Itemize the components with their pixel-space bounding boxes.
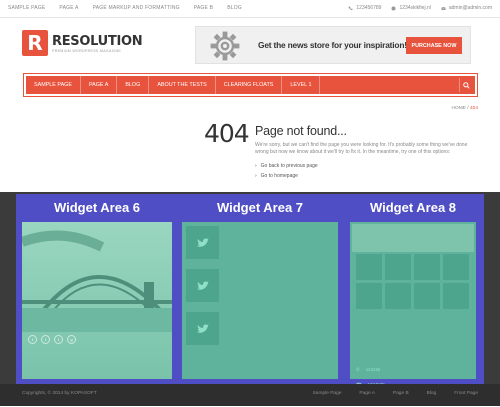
widget-6-content: f t f g: [22, 222, 172, 379]
phone-icon: ✆: [356, 367, 360, 372]
social-links: f t f g: [28, 335, 76, 344]
tweet-item: [186, 226, 334, 270]
breadcrumb-current: 404: [469, 106, 478, 111]
footer-nav: Sample Page Page A Page B Blog Front Pag…: [313, 391, 478, 396]
gallery-photo-top: [352, 224, 474, 252]
top-nav: SAMPLE PAGE PAGE A PAGE MARKUP AND FORMA…: [8, 5, 242, 11]
go-home-link[interactable]: Go to homepage: [255, 171, 318, 181]
gallery-thumb[interactable]: [356, 254, 382, 280]
gallery-thumb[interactable]: [414, 283, 440, 309]
top-nav-page-b[interactable]: PAGE B: [194, 5, 213, 11]
top-bar: SAMPLE PAGE PAGE A PAGE MARKUP AND FORMA…: [0, 0, 500, 18]
gallery-thumb[interactable]: [414, 254, 440, 280]
gallery-thumb[interactable]: [443, 283, 469, 309]
gallery-thumb[interactable]: [385, 254, 411, 280]
nav-blog[interactable]: BLOG: [117, 76, 150, 94]
banner-text: Get the news store for your inspiration!: [258, 40, 407, 50]
site-logo[interactable]: R RESOLUTION PREMIUM WORDPRESS MAGAZINE: [22, 30, 143, 56]
error-message: We're sorry, but we can't find the page …: [255, 142, 468, 155]
purchase-button[interactable]: PURCHASE NOW: [406, 37, 462, 54]
logo-tagline: PREMIUM WORDPRESS MAGAZINE: [52, 48, 122, 53]
twitter-bird-icon: [196, 237, 209, 247]
bridge-image: [22, 230, 172, 332]
copyright: Copyrights, © 2014 by KOPASOFT: [22, 391, 97, 396]
go-back-link[interactable]: Go back to previous page: [255, 161, 318, 171]
tweet-icon-box: [186, 226, 219, 259]
top-nav-sample-page[interactable]: SAMPLE PAGE: [8, 5, 45, 11]
widget-title-6: Widget Area 6: [53, 200, 141, 215]
gear-icon: [210, 31, 240, 61]
footer-nav-page-a[interactable]: Page A: [359, 391, 374, 396]
tweet-icon-box: [186, 312, 219, 345]
twitter-icon[interactable]: t: [41, 335, 50, 344]
breadcrumb-separator: /: [467, 106, 469, 111]
nav-clearing-floats[interactable]: CLEARING FLOATS: [216, 76, 283, 94]
sub-footer: Copyrights, © 2014 by KOPASOFT Sample Pa…: [0, 384, 500, 406]
main-nav: SAMPLE PAGE PAGE A BLOG ABOUT THE TESTS …: [23, 73, 478, 97]
error-code: 404: [204, 119, 250, 148]
top-phone: 123456789: [348, 5, 381, 11]
footer-nav-blog[interactable]: Blog: [427, 391, 437, 396]
gallery-thumb[interactable]: [385, 283, 411, 309]
widget-area-7: Widget Area 7: [178, 194, 342, 384]
promo-banner: Get the news store for your inspiration!…: [195, 26, 471, 64]
breadcrumb-home[interactable]: HOME: [452, 106, 466, 111]
top-nav-page-markup[interactable]: PAGE MARKUP AND FORMATTING: [93, 5, 180, 11]
tweet-item: [186, 269, 334, 313]
nav-sample-page[interactable]: SAMPLE PAGE: [26, 76, 81, 94]
breadcrumb: HOME / 404: [452, 106, 478, 111]
nav-about-tests[interactable]: ABOUT THE TESTS: [149, 76, 216, 94]
widget-8-content: ✆123456 ☎1234578 ✉test@test.com: [350, 222, 476, 402]
top-email[interactable]: admin@admin.com: [441, 5, 492, 11]
phone-icon: [348, 6, 353, 10]
logo-name: RESOLUTION: [52, 33, 143, 49]
facebook-icon-2[interactable]: f: [54, 335, 63, 344]
gallery-grid: [356, 254, 476, 309]
error-title: Page not found...: [255, 124, 347, 138]
nav-page-a[interactable]: PAGE A: [81, 76, 118, 94]
gallery-thumb[interactable]: [356, 283, 382, 309]
mail-icon: [441, 6, 446, 10]
twitter-bird-icon: [196, 280, 209, 290]
nav-search-button[interactable]: [459, 78, 473, 92]
footer-nav-front-page[interactable]: Front Page: [454, 391, 478, 396]
error-options: Go back to previous page Go to homepage: [255, 161, 318, 181]
twitter-bird-icon: [196, 323, 209, 333]
widget-area-8: Widget Area 8 ✆123456 ☎1234578 ✉test@tes…: [342, 194, 484, 402]
footer-phone: ✆ 123456: [356, 362, 394, 377]
footer-nav-page-b[interactable]: Page B: [393, 391, 409, 396]
widget-area-6: Widget Area 6 f t f g: [16, 194, 178, 384]
widget-7-content: [182, 222, 338, 379]
footer-nav-sample-page[interactable]: Sample Page: [313, 391, 342, 396]
gallery-thumb[interactable]: [443, 254, 469, 280]
google-icon[interactable]: g: [67, 335, 76, 344]
logo-mark: R: [22, 30, 48, 56]
widget-title-7: Widget Area 7: [216, 200, 304, 215]
top-contact: 123456789 1234skikfiej.nl admin@admin.co…: [348, 5, 492, 11]
bridge-photo: [22, 222, 172, 379]
top-skype: 1234skikfiej.nl: [391, 5, 431, 11]
tweet-item: [186, 312, 334, 356]
skype-icon: [391, 6, 396, 10]
widget-title-8: Widget Area 8: [369, 200, 457, 215]
top-nav-blog[interactable]: BLOG: [227, 5, 242, 11]
tweet-icon-box: [186, 269, 219, 302]
top-nav-page-a[interactable]: PAGE A: [59, 5, 78, 11]
nav-level-1[interactable]: LEVEL 1: [282, 76, 321, 94]
facebook-icon[interactable]: f: [28, 335, 37, 344]
search-icon: [463, 81, 470, 89]
